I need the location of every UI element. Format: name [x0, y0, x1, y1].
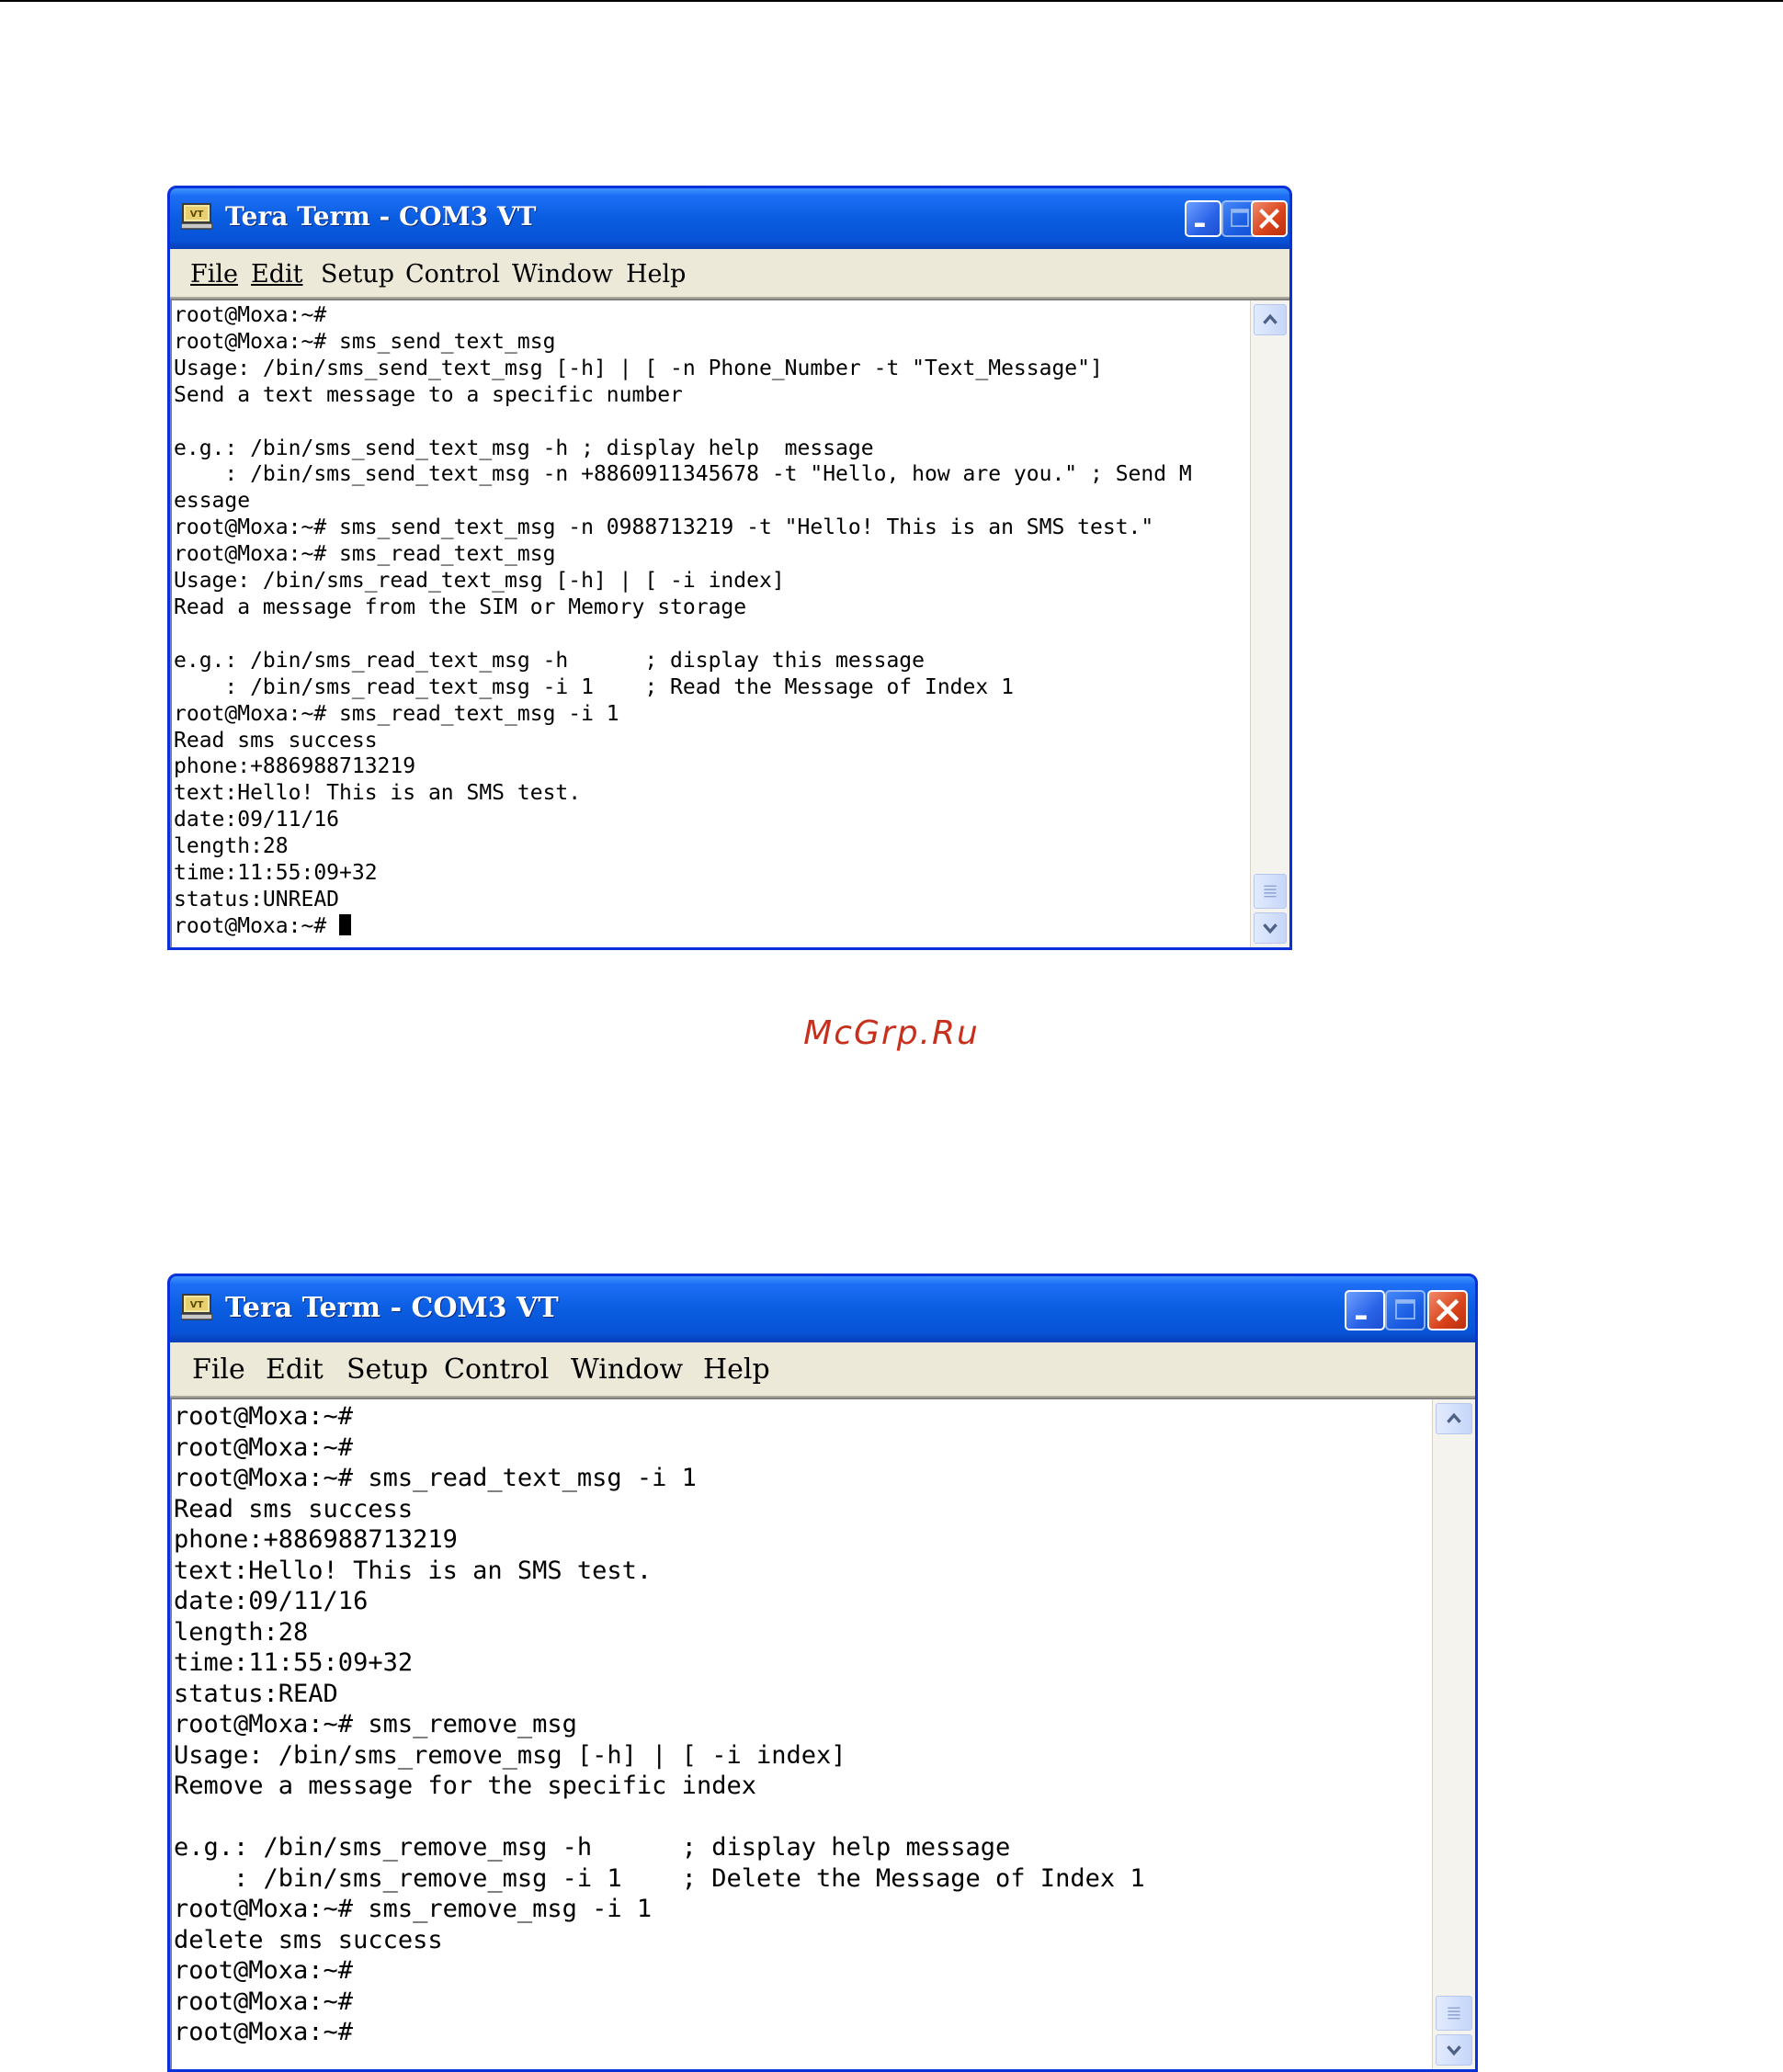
- terminal-line: root@Moxa:~#: [174, 303, 327, 327]
- terminal-line: root@Moxa:~# sms_send_text_msg: [174, 329, 556, 354]
- terminal-line: Usage: /bin/sms_read_text_msg [-h] | [ -…: [174, 569, 785, 594]
- terminal-line: Read sms success: [174, 728, 378, 753]
- terminal-line: length:28: [174, 834, 289, 859]
- scroll-thumb[interactable]: [1254, 874, 1287, 909]
- terminal-line: root@Moxa:~# sms_send_text_msg -n 098871…: [174, 515, 1154, 540]
- title-bar[interactable]: VT Tera Term - COM3 VT: [170, 1276, 1475, 1342]
- terminal-line: root@Moxa:~# sms_read_text_msg: [174, 542, 556, 567]
- close-button[interactable]: [1427, 1290, 1468, 1330]
- chevron-up-icon: [1447, 1412, 1461, 1423]
- chevron-down-icon: [1447, 2045, 1461, 2056]
- terminal-line: phone:+886988713219: [174, 1525, 458, 1554]
- window-title: Tera Term - COM3 VT: [225, 1292, 559, 1324]
- terminal-line: Remove a message for the specific index: [174, 1772, 756, 1800]
- terminal-output[interactable]: root@Moxa:~# root@Moxa:~# sms_send_text_…: [174, 302, 1245, 947]
- menu-control[interactable]: Control: [444, 1353, 549, 1386]
- menu-bar: File Edit Setup Control Window Help: [170, 1342, 1475, 1398]
- tera-term-window-2[interactable]: VT Tera Term - COM3 VT File Edit Setup C…: [167, 1274, 1478, 2072]
- svg-text:VT: VT: [190, 209, 204, 220]
- terminal-line: length:28: [174, 1617, 309, 1647]
- menu-control[interactable]: Control: [405, 260, 500, 289]
- vt-terminal-icon: VT: [181, 1294, 212, 1320]
- terminal-line: e.g.: /bin/sms_send_text_msg -h ; displa…: [174, 436, 874, 460]
- menu-edit[interactable]: Edit: [251, 260, 302, 289]
- menu-setup[interactable]: Setup: [321, 260, 394, 289]
- menu-window[interactable]: Window: [571, 1353, 683, 1386]
- menu-setup[interactable]: Setup: [346, 1353, 428, 1386]
- grip-icon: [1448, 2007, 1460, 2020]
- terminal-line: status:READ: [174, 1679, 338, 1708]
- terminal-line: date:09/11/16: [174, 808, 340, 832]
- terminal-client-area[interactable]: root@Moxa:~# root@Moxa:~# root@Moxa:~# s…: [170, 1398, 1475, 2069]
- vt-terminal-icon: VT: [181, 203, 212, 230]
- terminal-line: root@Moxa:~#: [174, 1956, 354, 1985]
- close-icon: [1259, 209, 1279, 229]
- close-icon: [1436, 1298, 1459, 1322]
- terminal-line: e.g.: /bin/sms_read_text_msg -h ; displa…: [174, 648, 925, 673]
- menu-window[interactable]: Window: [512, 260, 613, 289]
- terminal-line: root@Moxa:~#: [174, 2018, 354, 2046]
- terminal-line: root@Moxa:~#: [174, 1402, 354, 1431]
- terminal-line: Usage: /bin/sms_remove_msg [-h] | [ -i i…: [174, 1740, 846, 1770]
- scroll-up-button[interactable]: [1254, 304, 1287, 335]
- menu-bar: File Edit Setup Control Window Help: [170, 249, 1289, 299]
- minimize-button[interactable]: [1345, 1290, 1385, 1330]
- terminal-line: root@Moxa:~#: [174, 913, 340, 938]
- close-button[interactable]: [1251, 200, 1288, 237]
- minimize-icon: [1195, 222, 1205, 227]
- watermark-text: McGrp.Ru: [803, 1014, 980, 1052]
- tera-term-window-1[interactable]: VT Tera Term - COM3 VT File Edit Setup C…: [167, 186, 1292, 950]
- terminal-line: text:Hello! This is an SMS test.: [174, 1556, 653, 1585]
- terminal-line: text:Hello! This is an SMS test.: [174, 781, 582, 806]
- terminal-line: root@Moxa:~#: [174, 1987, 354, 2016]
- terminal-line: date:09/11/16: [174, 1587, 369, 1615]
- menu-edit[interactable]: Edit: [266, 1353, 324, 1386]
- terminal-line: e.g.: /bin/sms_remove_msg -h ; display h…: [174, 1833, 1011, 1862]
- chevron-up-icon: [1263, 313, 1278, 324]
- terminal-line: : /bin/sms_send_text_msg -n +88609113456…: [174, 462, 1192, 487]
- minimize-icon: [1356, 1315, 1367, 1319]
- terminal-line: Read sms success: [174, 1494, 414, 1523]
- vertical-scrollbar[interactable]: [1250, 300, 1289, 947]
- page-top-rule: [0, 0, 1783, 2]
- terminal-output[interactable]: root@Moxa:~# root@Moxa:~# root@Moxa:~# s…: [174, 1401, 1429, 2069]
- terminal-line: root@Moxa:~# sms_remove_msg -i 1: [174, 1895, 653, 1923]
- terminal-line: root@Moxa:~# sms_remove_msg: [174, 1710, 577, 1738]
- terminal-line: Read a message from the SIM or Memory st…: [174, 594, 747, 619]
- terminal-line: root@Moxa:~#: [174, 1432, 354, 1462]
- menu-file[interactable]: File: [192, 1353, 245, 1386]
- menu-help[interactable]: Help: [626, 260, 686, 289]
- scroll-down-button[interactable]: [1436, 2034, 1472, 2066]
- menu-help[interactable]: Help: [703, 1353, 770, 1386]
- terminal-line: time:11:55:09+32: [174, 1648, 414, 1677]
- terminal-line: Send a text message to a specific number: [174, 382, 683, 407]
- terminal-line: : /bin/sms_remove_msg -i 1 ; Delete the …: [174, 1863, 1145, 1893]
- terminal-line: phone:+886988713219: [174, 754, 416, 779]
- minimize-button[interactable]: [1185, 200, 1221, 237]
- window-title: Tera Term - COM3 VT: [225, 201, 537, 232]
- scroll-thumb[interactable]: [1436, 1996, 1472, 2031]
- terminal-line: status:UNREAD: [174, 887, 340, 911]
- terminal-client-area[interactable]: root@Moxa:~# root@Moxa:~# sms_send_text_…: [170, 299, 1289, 947]
- terminal-line: time:11:55:09+32: [174, 861, 378, 886]
- terminal-line: root@Moxa:~# sms_read_text_msg -i 1: [174, 701, 619, 726]
- terminal-line: Usage: /bin/sms_send_text_msg [-h] | [ -…: [174, 356, 1103, 380]
- scroll-down-button[interactable]: [1254, 912, 1287, 944]
- title-bar[interactable]: VT Tera Term - COM3 VT: [170, 188, 1289, 249]
- maximize-icon: [1395, 1299, 1415, 1319]
- svg-text:VT: VT: [190, 1300, 204, 1310]
- terminal-line: delete sms success: [174, 1925, 443, 1954]
- grip-icon: [1264, 885, 1277, 898]
- scroll-up-button[interactable]: [1436, 1403, 1472, 1434]
- maximize-button[interactable]: [1385, 1290, 1425, 1330]
- chevron-down-icon: [1263, 923, 1278, 934]
- terminal-line: : /bin/sms_read_text_msg -i 1 ; Read the…: [174, 674, 1014, 699]
- vertical-scrollbar[interactable]: [1432, 1399, 1475, 2069]
- terminal-line: essage: [174, 489, 251, 514]
- terminal-line: root@Moxa:~# sms_read_text_msg -i 1: [174, 1464, 697, 1492]
- text-cursor: [339, 914, 351, 936]
- menu-file[interactable]: File: [190, 260, 238, 289]
